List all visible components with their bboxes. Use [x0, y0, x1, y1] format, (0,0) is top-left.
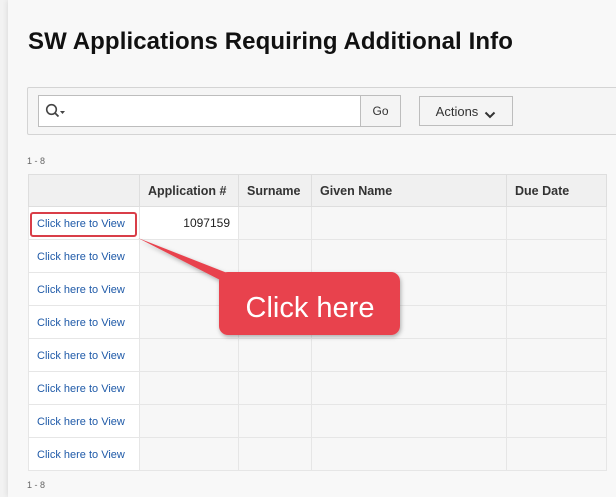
- application-number-cell: [139, 338, 239, 372]
- link-highlight-box: [30, 212, 137, 237]
- callout-label: Click here: [245, 291, 375, 324]
- table-row: Click here to View: [28, 371, 607, 405]
- pagination-top: 1 - 8: [27, 156, 46, 166]
- given-name-cell: [311, 338, 507, 372]
- given-name-cell: [311, 371, 507, 405]
- due-date-cell: [506, 239, 607, 273]
- due-date-cell: [506, 206, 607, 240]
- due-date-cell: [506, 272, 607, 306]
- surname-cell: [238, 437, 312, 471]
- pagination-bottom: 1 - 8: [27, 480, 46, 490]
- view-link[interactable]: Click here to View: [37, 317, 125, 329]
- due-date-cell: [506, 371, 607, 405]
- column-header-given-name[interactable]: Given Name: [311, 174, 507, 207]
- table-header-row: Application # Surname Given Name Due Dat…: [28, 174, 607, 207]
- table-row: Click here to View: [28, 404, 607, 438]
- view-cell: Click here to View: [28, 404, 140, 438]
- table-row: Click here to View: [28, 338, 607, 372]
- view-link[interactable]: Click here to View: [37, 383, 125, 395]
- page-title: SW Applications Requiring Additional Inf…: [28, 28, 513, 55]
- search-input[interactable]: [69, 99, 358, 125]
- view-cell: Click here to View: [28, 437, 140, 471]
- surname-cell: [238, 404, 312, 438]
- column-header-surname[interactable]: Surname: [238, 174, 312, 207]
- go-button[interactable]: Go: [360, 96, 400, 126]
- application-number-cell: 1097159: [139, 206, 239, 240]
- application-number-cell: [139, 371, 239, 405]
- due-date-cell: [506, 437, 607, 471]
- due-date-cell: [506, 338, 607, 372]
- given-name-cell: [311, 239, 507, 273]
- view-link[interactable]: Click here to View: [37, 416, 125, 428]
- given-name-cell: [311, 404, 507, 438]
- application-number-cell: [139, 404, 239, 438]
- table-row: Click here to View: [28, 239, 607, 273]
- given-name-cell: [311, 437, 507, 471]
- view-cell: Click here to View: [28, 239, 140, 273]
- chevron-down-icon: [484, 107, 496, 119]
- surname-cell: [238, 239, 312, 273]
- given-name-cell: [311, 206, 507, 240]
- table-row: Click here to View: [28, 437, 607, 471]
- view-cell: Click here to View: [28, 338, 140, 372]
- view-cell: Click here to View: [28, 371, 140, 405]
- surname-cell: [238, 338, 312, 372]
- column-header-due-date[interactable]: Due Date: [506, 174, 607, 207]
- view-link[interactable]: Click here to View: [37, 284, 125, 296]
- due-date-cell: [506, 404, 607, 438]
- search-icon[interactable]: [45, 103, 67, 119]
- application-number-cell: [139, 437, 239, 471]
- due-date-cell: [506, 305, 607, 339]
- view-cell: Click here to View: [28, 305, 140, 339]
- surname-cell: [238, 371, 312, 405]
- search-field: Go: [38, 95, 401, 127]
- view-cell: Click here to View: [28, 272, 140, 306]
- view-link[interactable]: Click here to View: [37, 251, 125, 263]
- application-number-cell: [139, 239, 239, 273]
- actions-label: Actions: [435, 103, 479, 119]
- column-header-link: [28, 174, 140, 207]
- report-toolbar: Go Actions: [27, 87, 616, 135]
- column-header-application[interactable]: Application #: [139, 174, 239, 207]
- surname-cell: [238, 206, 312, 240]
- view-link[interactable]: Click here to View: [37, 449, 125, 461]
- view-link[interactable]: Click here to View: [37, 350, 125, 362]
- actions-button[interactable]: Actions: [419, 96, 513, 126]
